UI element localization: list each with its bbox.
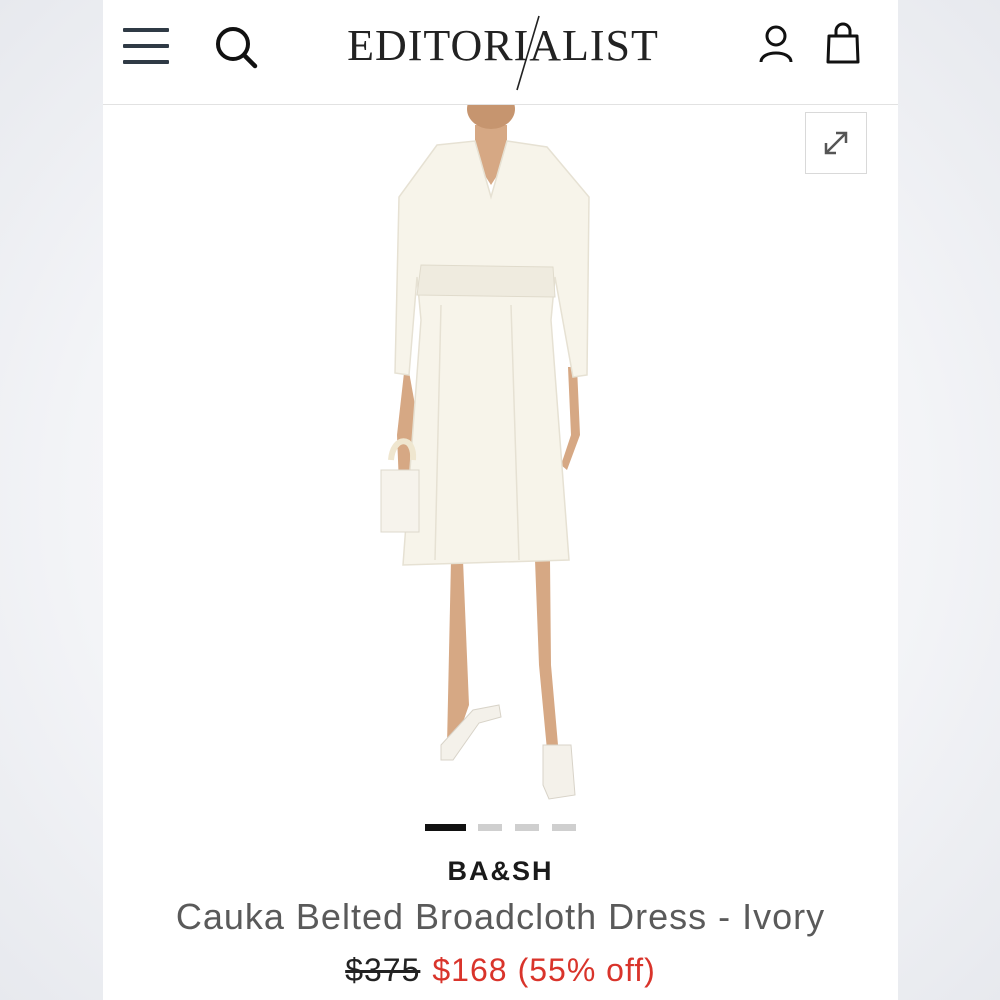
expand-image-button[interactable]	[805, 112, 867, 174]
product-page: EDITORIALIST BA&SH Cauka Belted Broadclo…	[103, 0, 898, 1000]
logo-slash-mark	[516, 15, 540, 91]
menu-icon[interactable]	[123, 28, 169, 64]
shopping-bag-icon[interactable]	[825, 22, 861, 64]
gallery-dot-4[interactable]	[552, 824, 576, 831]
expand-icon	[824, 131, 848, 155]
gallery-pagination	[103, 824, 898, 834]
search-icon[interactable]	[213, 24, 259, 70]
gallery-dot-3[interactable]	[515, 824, 539, 831]
original-price: $375	[345, 952, 421, 988]
gallery-dot-2[interactable]	[478, 824, 502, 831]
site-logo[interactable]: EDITORIALIST	[323, 10, 683, 91]
gallery-dot-1[interactable]	[425, 824, 466, 831]
product-image[interactable]	[103, 105, 898, 810]
discount-label: (55% off)	[517, 952, 656, 988]
price-line: $375 $168 (55% off)	[103, 952, 898, 989]
user-icon[interactable]	[758, 24, 794, 64]
product-title: Cauka Belted Broadcloth Dress - Ivory	[175, 896, 826, 937]
product-brand[interactable]: BA&SH	[103, 856, 898, 887]
site-header: EDITORIALIST	[103, 0, 898, 105]
sale-price: $168	[432, 952, 508, 988]
